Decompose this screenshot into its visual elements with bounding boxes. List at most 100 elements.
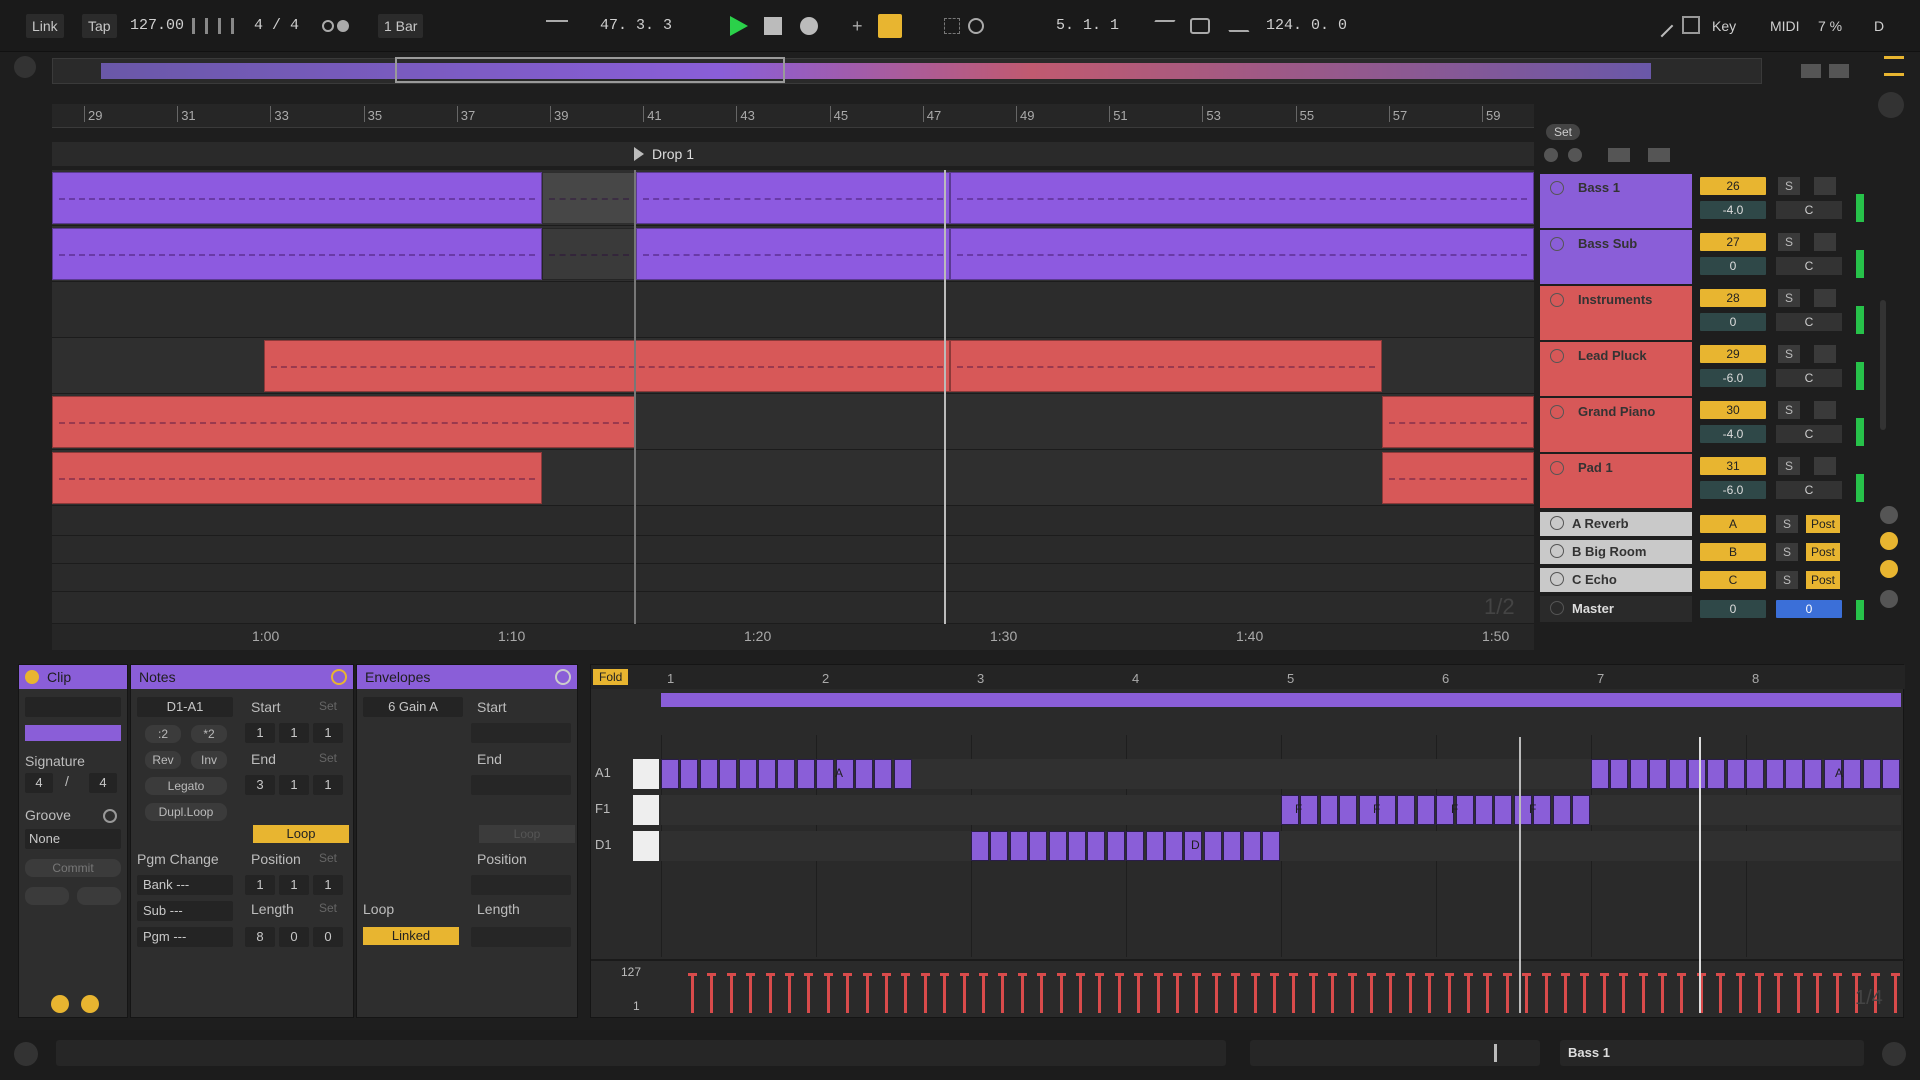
loop-length-field[interactable]: 124. 0. 0 (1266, 14, 1347, 38)
signature-numerator[interactable]: 4 (254, 14, 263, 38)
punch-out-icon[interactable] (1222, 20, 1250, 32)
midi-note[interactable] (1378, 795, 1396, 825)
solo-button[interactable]: S (1778, 401, 1800, 419)
show-notes-icon[interactable] (51, 995, 69, 1013)
midi-note[interactable] (1610, 759, 1629, 789)
arm-button[interactable] (1814, 457, 1836, 475)
velocity-marker[interactable] (1502, 973, 1512, 1013)
return-track-name[interactable]: C Echo (1572, 572, 1617, 587)
locator-marker-icon[interactable] (634, 147, 644, 161)
midi-note[interactable] (1785, 759, 1803, 789)
clip[interactable] (1382, 452, 1534, 504)
velocity-marker[interactable] (1580, 973, 1590, 1013)
clip-activator-icon[interactable] (25, 670, 39, 684)
arm-button[interactable] (1814, 233, 1836, 251)
velocity-marker[interactable] (1153, 973, 1163, 1013)
lane-master[interactable]: 1/2 (52, 592, 1534, 624)
note-range-field[interactable]: D1-A1 (137, 697, 233, 717)
return-solo-button[interactable]: S (1776, 543, 1798, 561)
midi-note[interactable] (1572, 795, 1590, 825)
solo-button[interactable]: S (1778, 289, 1800, 307)
midi-note-editor[interactable]: Fold 1 2 3 4 5 6 7 8 A1 F1 D1 A A F F F F D 127 1 1/4 (590, 664, 1905, 1018)
velocity-marker[interactable] (1677, 973, 1687, 1013)
clip[interactable] (636, 172, 950, 224)
pan-field[interactable]: C (1776, 369, 1842, 387)
return-fold-icon[interactable] (1550, 516, 1564, 530)
lane-instruments[interactable] (52, 282, 1534, 338)
stop-icon[interactable] (764, 17, 782, 35)
velocity-marker[interactable] (843, 973, 853, 1013)
mixer-toggle-icon[interactable] (1880, 590, 1898, 608)
solo-button[interactable]: S (1778, 345, 1800, 363)
start-bar[interactable]: 1 (245, 723, 275, 743)
metronome-icon[interactable] (322, 20, 334, 32)
velocity-marker[interactable] (1405, 973, 1415, 1013)
fold-button[interactable]: Fold (593, 669, 629, 685)
midi-note[interactable] (990, 831, 1009, 861)
clip-signature-denominator[interactable]: 4 (89, 773, 117, 793)
length-sixteenths[interactable]: 0 (313, 927, 343, 947)
sub-bank-field[interactable]: Sub --- (137, 901, 233, 921)
midi-note[interactable] (1068, 831, 1086, 861)
velocity-marker[interactable] (1289, 973, 1299, 1013)
pan-field[interactable]: C (1776, 313, 1842, 331)
midi-note[interactable] (1416, 795, 1435, 825)
velocity-marker[interactable] (1483, 973, 1493, 1013)
env-length-field[interactable] (471, 927, 571, 947)
track-name[interactable]: Instruments (1578, 292, 1652, 307)
tap-button[interactable]: Tap (82, 14, 117, 38)
pan-field[interactable]: C (1776, 481, 1842, 499)
midi-note[interactable] (699, 759, 718, 789)
lane-pad-1[interactable] (52, 450, 1534, 506)
track-header[interactable]: Bass Sub (1540, 230, 1692, 284)
return-activator[interactable]: B (1700, 543, 1766, 561)
loop-brace[interactable] (661, 693, 1901, 707)
punch-in-icon[interactable] (1148, 20, 1176, 32)
midi-note[interactable] (1882, 759, 1900, 789)
linked-toggle[interactable]: Linked (363, 927, 459, 945)
velocity-marker[interactable] (726, 973, 736, 1013)
clip-color-swatch[interactable] (25, 725, 121, 741)
lane-b-big-room[interactable] (52, 536, 1534, 564)
loop-switch-icon[interactable] (1190, 18, 1210, 34)
envelope-target-dropdown[interactable]: 6 Gain A (363, 697, 463, 717)
return-fold-icon[interactable] (1550, 572, 1564, 586)
return-post-toggle[interactable]: Post (1806, 571, 1840, 589)
follow-icon[interactable] (546, 20, 568, 32)
velocity-marker[interactable] (804, 973, 814, 1013)
midi-note[interactable] (1145, 831, 1164, 861)
loop-start-field[interactable]: 5. 1. 1 (1056, 14, 1119, 38)
midi-note[interactable] (1223, 831, 1242, 861)
env-start-field[interactable] (471, 723, 571, 743)
clip[interactable] (950, 340, 1382, 392)
start-sixteenth[interactable]: 1 (313, 723, 343, 743)
velocity-marker[interactable] (1658, 973, 1667, 1013)
overview-toggle-icon[interactable] (14, 56, 36, 78)
velocity-marker[interactable] (1522, 973, 1532, 1013)
velocity-marker[interactable] (1308, 973, 1318, 1013)
clip[interactable] (1382, 396, 1534, 448)
return-fold-icon[interactable] (1550, 544, 1564, 558)
lane-bass-1[interactable] (52, 170, 1534, 226)
arrangement-view[interactable]: 1/2 (52, 170, 1534, 624)
master-track-header[interactable]: Master (1540, 596, 1692, 622)
return-solo-button[interactable]: S (1776, 515, 1798, 533)
velocity-marker[interactable] (1425, 973, 1435, 1013)
info-toggle-icon[interactable] (14, 1042, 38, 1066)
lane-lead-pluck[interactable] (52, 338, 1534, 394)
clip[interactable] (264, 340, 950, 392)
track-fold-icon[interactable] (1550, 405, 1564, 419)
track-fold-icon[interactable] (1550, 349, 1564, 363)
velocity-marker[interactable] (707, 973, 717, 1013)
midi-note[interactable] (1629, 759, 1648, 789)
lane-bass-sub[interactable] (52, 226, 1534, 282)
reverse-button[interactable]: Rev (145, 751, 181, 769)
track-activator[interactable]: 30 (1700, 401, 1766, 419)
midi-note[interactable] (1591, 759, 1609, 789)
midi-note[interactable] (1649, 759, 1668, 789)
midi-note[interactable] (1242, 831, 1261, 861)
draw-mode-icon[interactable] (1650, 14, 1674, 38)
return-post-toggle[interactable]: Post (1806, 543, 1840, 561)
track-fold-icon[interactable] (1550, 237, 1564, 251)
arrangement-overview[interactable] (52, 57, 1849, 84)
